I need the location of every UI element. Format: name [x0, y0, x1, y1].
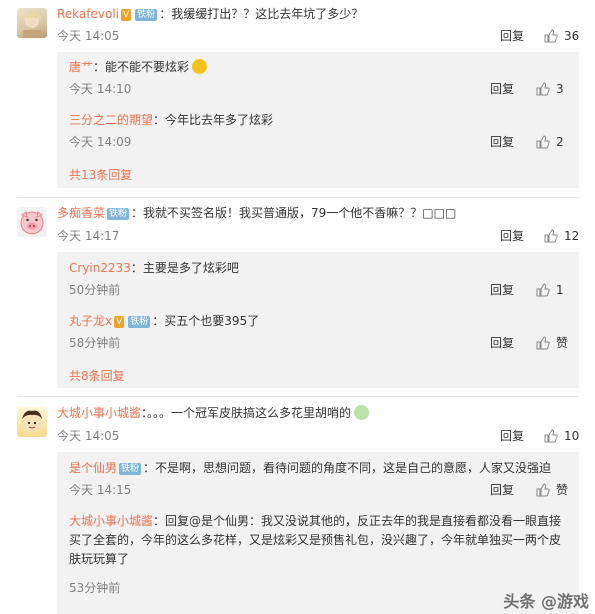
avatar[interactable]	[17, 207, 47, 237]
reply-time: 53分钟前	[69, 581, 121, 595]
like-button[interactable]: 36	[544, 28, 579, 44]
reply-time: 今天 14:10	[69, 82, 132, 96]
face-emoji-icon	[354, 405, 370, 420]
watermark: 头条 @游戏	[503, 592, 589, 611]
reply-author[interactable]: 三分之二的期望	[69, 113, 153, 127]
reply-text: 肤玩玩算了	[69, 552, 130, 566]
comment-text: ：。。。一个冠军皮肤搞这么多花里胡哨的	[141, 406, 352, 420]
like-label: 赞	[556, 336, 569, 350]
divider	[17, 396, 579, 397]
reply-text: ：不是啊，思想问题，看待问题的角度不同，这是自己的意愿，人家又没强迫	[143, 461, 552, 475]
comment-text: ：我就不买签名版！我买普通版，79一个他不香嘛？？□□□	[131, 206, 457, 220]
like-button[interactable]: 1	[536, 282, 564, 298]
reply-author[interactable]: 丸子龙x	[69, 314, 112, 328]
like-button[interactable]: 2	[536, 134, 564, 150]
reply-author[interactable]: 唐艹	[69, 60, 93, 74]
reply-button[interactable]: 回复	[490, 134, 514, 150]
comment-time: 今天 14:05	[57, 29, 120, 43]
thumbs-up-icon	[536, 283, 550, 297]
thumbs-up-icon	[544, 429, 558, 443]
fan-badge: 铁粉	[107, 208, 130, 220]
comment-author[interactable]: 多痴香菜	[57, 206, 105, 220]
reply-time: 今天 14:09	[69, 135, 132, 149]
reply-text: ：今年比去年多了炫彩	[153, 113, 274, 127]
like-button[interactable]: 12	[544, 228, 579, 244]
reply-button[interactable]: 回复	[490, 335, 514, 351]
like-count: 10	[564, 429, 580, 443]
reply-text: ：主要是多了炫彩吧	[130, 261, 239, 275]
reply-time: 今天 14:15	[69, 483, 132, 497]
like-count: 12	[564, 229, 580, 243]
more-replies-link[interactable]: 共13条回复	[69, 167, 132, 183]
avatar[interactable]	[17, 8, 47, 38]
thumbs-up-icon	[536, 135, 550, 149]
like-count: 2	[556, 135, 564, 149]
reply-time: 50分钟前	[69, 283, 121, 297]
reply-time: 58分钟前	[69, 336, 121, 350]
reply-button[interactable]: 回复	[500, 428, 524, 444]
comment-time: 今天 14:17	[57, 229, 120, 243]
vip-badge: V	[114, 316, 125, 328]
reply-button[interactable]: 回复	[500, 228, 524, 244]
reply-text: ：能不能不要炫彩	[93, 60, 190, 74]
thumbs-up-icon	[544, 229, 558, 243]
more-replies-link[interactable]: 共8条回复	[69, 368, 125, 384]
thumbs-up-icon	[536, 336, 550, 350]
like-label: 赞	[556, 483, 569, 497]
like-count: 3	[556, 82, 564, 96]
reply-button[interactable]: 回复	[500, 28, 524, 44]
thumbs-up-icon	[536, 483, 550, 497]
reply-text: ：回复@是个仙男：我又没说其他的，反正去年的我是直接看都没看一眼直接	[153, 514, 562, 528]
reply-text: ：买五个也要395了	[152, 314, 260, 328]
vip-badge: V	[121, 9, 132, 21]
like-button[interactable]: 3	[536, 81, 564, 97]
comment-time: 今天 14:05	[57, 429, 120, 443]
like-count: 36	[564, 29, 580, 43]
reply-button[interactable]: 回复	[490, 81, 514, 97]
reply-text: 买了全套的，今年的这么多花样，又是炫彩又是预售礼包，没兴趣了，今年就单独买一两个…	[69, 533, 562, 547]
like-button[interactable]: 赞	[536, 335, 568, 351]
fan-badge: 铁粉	[128, 316, 151, 328]
fan-badge: 铁粉	[135, 9, 158, 21]
thumbs-up-icon	[544, 29, 558, 43]
like-count: 1	[556, 283, 564, 297]
divider	[17, 197, 579, 198]
avatar[interactable]	[17, 407, 47, 437]
comment-author[interactable]: Rekafevoli	[57, 7, 119, 21]
comment-author[interactable]: 大城小事小城酱	[57, 406, 141, 420]
thumbs-up-icon	[536, 82, 550, 96]
reply-author[interactable]: Cryin2233	[69, 261, 131, 275]
reply-author[interactable]: 大城小事小城酱	[69, 514, 153, 528]
like-button[interactable]: 赞	[536, 482, 568, 498]
reply-button[interactable]: 回复	[490, 482, 514, 498]
fan-badge: 铁粉	[119, 463, 142, 475]
like-button[interactable]: 10	[544, 428, 579, 444]
reply-author[interactable]: 是个仙男	[69, 461, 117, 475]
face-emoji-icon	[192, 59, 208, 74]
reply-button[interactable]: 回复	[490, 282, 514, 298]
comment-text: ：我缓缓打出？？这比去年坑了多少？	[159, 7, 364, 21]
